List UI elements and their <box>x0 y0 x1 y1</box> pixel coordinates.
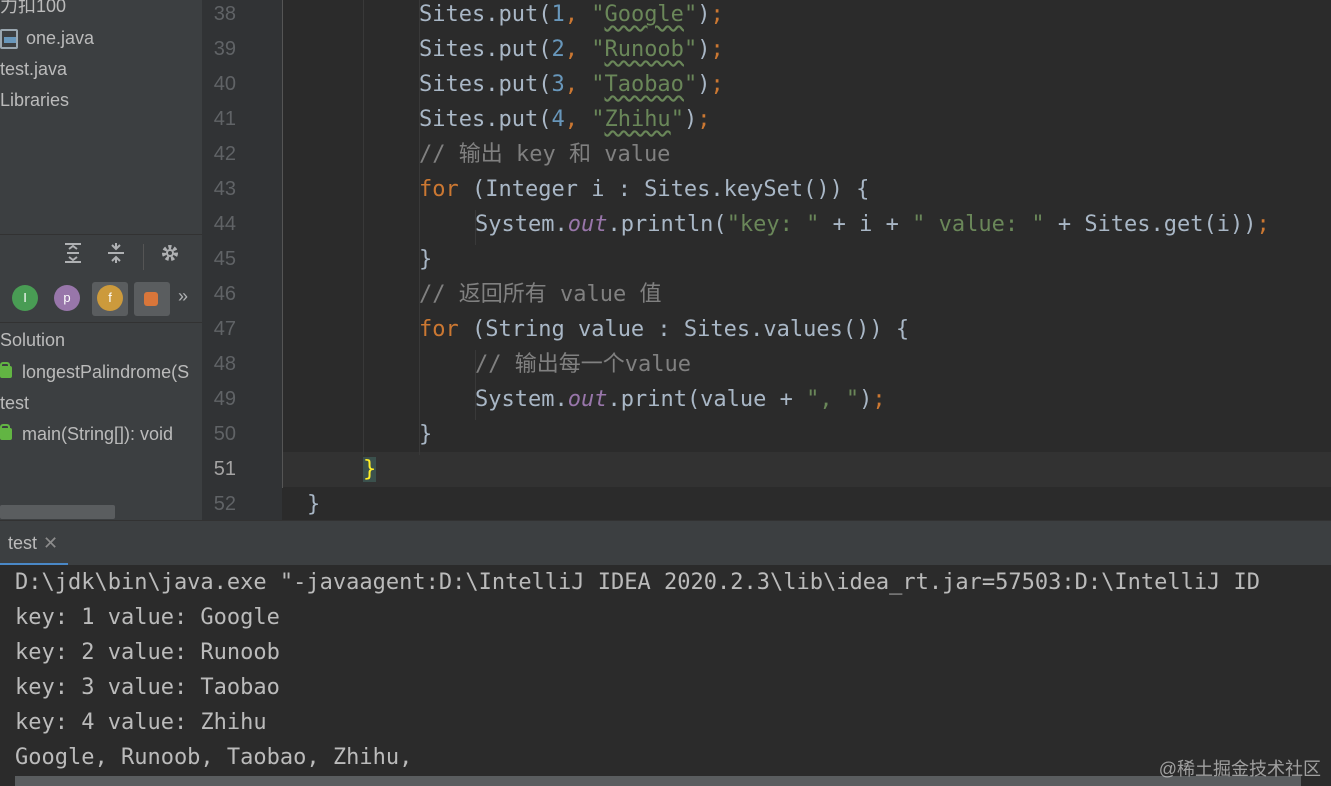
line-number: 43 <box>213 178 236 200</box>
project-tree-item-label: test.java <box>0 59 68 79</box>
toolbar-separator <box>143 244 144 270</box>
run-tab[interactable]: test ✕ <box>0 521 69 566</box>
code-line-45: } <box>419 247 433 272</box>
line-number: 50 <box>213 423 236 445</box>
console-line: D:\jdk\bin\java.exe "-javaagent:D:\Intel… <box>15 570 1261 595</box>
console-horizontal-scrollbar[interactable] <box>15 776 1301 786</box>
code-line-44: System.out.println("key: " + i + " value… <box>475 212 1270 237</box>
line-number: 45 <box>213 248 236 270</box>
project-tree-item[interactable]: 力扣100 <box>0 0 66 20</box>
code-line-47: for (String value : Sites.values()) { <box>419 317 910 342</box>
structure-item-label: main(String[]): void <box>22 424 174 444</box>
line-number-current: 51 <box>213 458 236 480</box>
line-number: 47 <box>213 318 236 340</box>
filter-label: f <box>108 290 112 305</box>
more-icon[interactable]: » <box>178 286 188 307</box>
code-line-46: // 返回所有 value 值 <box>419 282 662 307</box>
code-line-51: } <box>363 457 377 482</box>
line-number: 42 <box>213 143 236 165</box>
structure-item-label: longestPalindrome(S <box>22 362 190 382</box>
method-icon <box>0 424 12 440</box>
project-tree-item-label: one.java <box>26 28 95 48</box>
properties-filter-icon[interactable]: p <box>54 285 80 311</box>
run-console[interactable]: D:\jdk\bin\java.exe "-javaagent:D:\Intel… <box>0 565 1331 786</box>
project-tree-item-test-java[interactable]: test.java <box>0 55 67 83</box>
code-line-43: for (Integer i : Sites.keySet()) { <box>419 177 870 202</box>
console-line: Google, Runoob, Taobao, Zhihu, <box>15 745 413 770</box>
panel-divider[interactable] <box>0 234 202 235</box>
gear-icon[interactable] <box>155 242 185 272</box>
console-line: key: 1 value: Google <box>15 605 280 630</box>
filter-label: p <box>63 290 71 305</box>
run-tool-window-header: test ✕ <box>0 520 1331 566</box>
code-line-52: } <box>307 492 321 517</box>
code-line-49: System.out.print(value + ", "); <box>475 387 886 412</box>
project-tree-item-label: 力扣100 <box>0 0 67 16</box>
code-line-40: Sites.put(3, "Taobao"); <box>419 72 724 97</box>
collapse-all-icon[interactable] <box>101 242 131 272</box>
line-number: 44 <box>213 213 236 235</box>
code-editor[interactable]: Sites.put(1, "Google"); Sites.put(2, "Ru… <box>283 0 1331 520</box>
line-number: 41 <box>213 108 236 130</box>
structure-item-label: test <box>0 393 30 413</box>
close-icon[interactable]: ✕ <box>43 533 58 553</box>
project-tree-item-one-java[interactable]: one.java <box>0 24 94 52</box>
code-line-50: } <box>419 422 433 447</box>
project-tree-item-libraries[interactable]: Libraries <box>0 86 69 114</box>
console-line: key: 2 value: Runoob <box>15 640 280 665</box>
code-line-41: Sites.put(4, "Zhihu"); <box>419 107 711 132</box>
line-number: 38 <box>213 3 236 25</box>
line-number: 52 <box>213 493 236 515</box>
run-tab-label: test <box>8 533 38 553</box>
lock-icon <box>144 292 158 306</box>
structure-item-method[interactable]: main(String[]): void <box>0 420 173 448</box>
indent-guide <box>363 0 364 455</box>
code-line-42: // 输出 key 和 value <box>419 142 671 167</box>
project-tree-item-label: Libraries <box>0 90 70 110</box>
horizontal-scrollbar[interactable] <box>0 505 115 519</box>
code-line-39: Sites.put(2, "Runoob"); <box>419 37 724 62</box>
console-line: key: 3 value: Taobao <box>15 675 280 700</box>
inherited-filter-icon[interactable]: I <box>12 285 38 311</box>
line-number: 48 <box>213 353 236 375</box>
code-line-38: Sites.put(1, "Google"); <box>419 2 724 27</box>
project-panel: 力扣100 one.java test.java Libraries I p f… <box>0 0 202 520</box>
fields-filter-icon[interactable]: f <box>97 285 123 311</box>
code-line-48: // 输出每一个value <box>475 352 691 377</box>
console-line: key: 4 value: Zhihu <box>15 710 267 735</box>
method-icon <box>0 362 12 378</box>
watermark: @稀土掘金技术社区 <box>1158 759 1321 779</box>
filter-label: I <box>23 290 27 305</box>
line-number: 46 <box>213 283 236 305</box>
structure-item-class[interactable]: Solution <box>0 326 65 354</box>
structure-item-class[interactable]: test <box>0 389 29 417</box>
structure-divider <box>0 322 202 323</box>
line-number: 39 <box>213 38 236 60</box>
structure-item-label: Solution <box>0 330 66 350</box>
current-line-highlight <box>283 452 1331 487</box>
java-file-icon <box>0 29 20 49</box>
structure-item-method[interactable]: longestPalindrome(S <box>0 358 189 386</box>
line-number: 49 <box>213 388 236 410</box>
line-number: 40 <box>213 73 236 95</box>
expand-all-icon[interactable] <box>58 242 88 272</box>
